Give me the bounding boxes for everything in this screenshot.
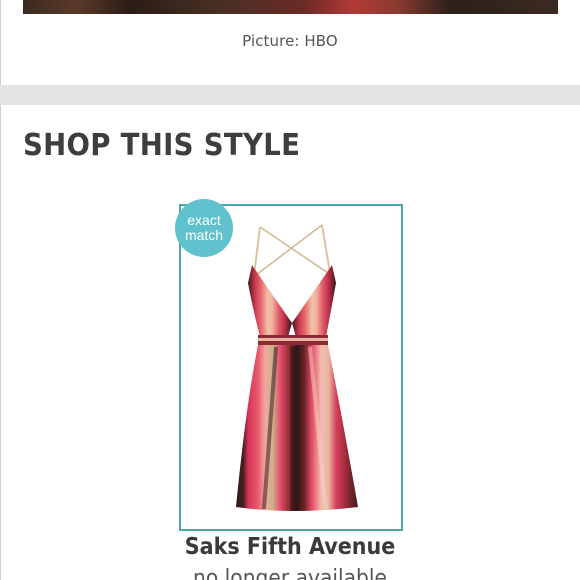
badge-line-1: exact xyxy=(187,212,221,228)
page: Picture: HBO SHOP THIS STYLE exact match… xyxy=(0,0,580,580)
exact-match-badge: exact match xyxy=(175,199,233,257)
badge-line-2: match xyxy=(184,227,224,243)
section-divider xyxy=(0,85,580,105)
section-title: SHOP THIS STYLE xyxy=(23,128,301,163)
availability-status: no longer available xyxy=(193,566,387,580)
product-brand[interactable]: Saks Fifth Avenue xyxy=(29,534,551,560)
image-caption: Picture: HBO xyxy=(242,32,338,50)
hero-image[interactable] xyxy=(23,0,558,14)
